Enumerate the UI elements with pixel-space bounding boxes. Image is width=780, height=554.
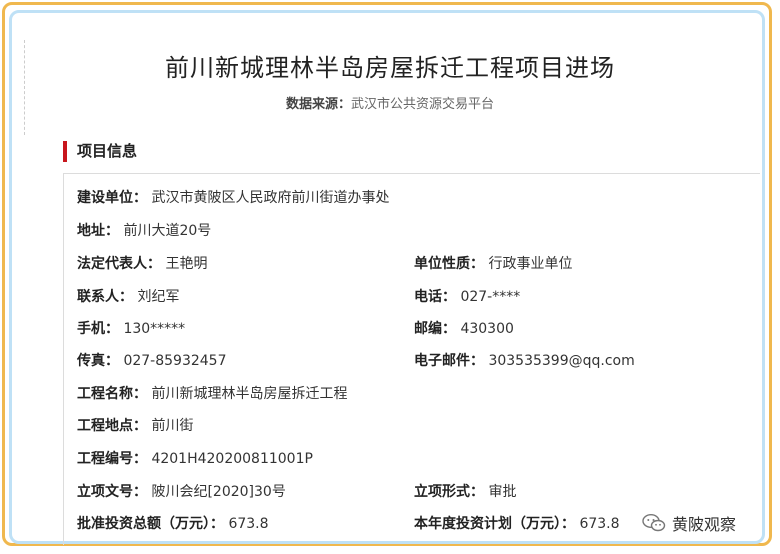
- field-label: 批准投资总额（万元）：: [77, 516, 224, 532]
- field-label: 本年度投资计划（万元）：: [414, 516, 575, 532]
- field-value: 陂川会纪[2020]30号: [151, 484, 286, 500]
- field-label: 建设单位：: [77, 190, 147, 206]
- field-project-code: 工程编号： 4201H420200811001P: [77, 448, 313, 468]
- field-label: 立项形式：: [414, 484, 484, 500]
- field-value: 027-****: [460, 289, 521, 305]
- field-annual-plan: 本年度投资计划（万元）： 673.8: [414, 513, 620, 533]
- field-approval-form: 立项形式： 审批: [414, 481, 516, 501]
- field-value: 行政事业单位: [488, 256, 573, 272]
- field-value: 027-85932457: [123, 353, 227, 369]
- field-value: 武汉市黄陂区人民政府前川街道办事处: [151, 190, 390, 206]
- field-value: 4201H420200811001P: [151, 451, 313, 467]
- field-value: 673.8: [579, 516, 620, 532]
- field-label: 工程地点：: [77, 418, 147, 434]
- field-label: 传真：: [77, 353, 119, 369]
- watermark: 黄陂观察: [642, 511, 736, 535]
- field-label: 电子邮件：: [414, 353, 484, 369]
- field-fax: 传真： 027-85932457: [77, 350, 226, 370]
- field-label: 手机：: [77, 321, 119, 337]
- field-value: 673.8: [228, 516, 269, 532]
- field-value: 前川大道20号: [123, 223, 212, 239]
- field-legal-rep: 法定代表人： 王艳明: [77, 253, 207, 273]
- field-project-name: 工程名称： 前川新城理林半岛房屋拆迁工程: [77, 383, 347, 403]
- field-label: 工程编号：: [77, 451, 147, 467]
- field-approval-doc: 立项文号： 陂川会纪[2020]30号: [77, 481, 286, 501]
- field-value: 前川新城理林半岛房屋拆迁工程: [151, 386, 348, 402]
- field-project-location: 工程地点： 前川街: [77, 415, 193, 435]
- data-source-label: 数据来源：: [285, 97, 351, 112]
- field-label: 单位性质：: [414, 256, 484, 272]
- field-phone: 电话： 027-****: [414, 286, 520, 306]
- field-value: 130*****: [123, 321, 186, 337]
- field-address: 地址： 前川大道20号: [77, 220, 211, 240]
- watermark-text: 黄陂观察: [672, 515, 737, 534]
- field-label: 地址：: [77, 223, 119, 239]
- field-mobile: 手机： 130*****: [77, 318, 185, 338]
- field-label: 立项文号：: [77, 484, 147, 500]
- field-approved-total: 批准投资总额（万元）： 673.8: [77, 513, 269, 533]
- field-value: 430300: [460, 321, 514, 337]
- field-value: 303535399@qq.com: [488, 353, 635, 369]
- field-postcode: 邮编： 430300: [414, 318, 514, 338]
- data-source: 数据来源：武汉市公共资源交易平台: [0, 93, 780, 112]
- field-email: 电子邮件： 303535399@qq.com: [414, 350, 635, 370]
- wechat-icon: [642, 514, 666, 532]
- field-label: 电话：: [414, 289, 456, 305]
- field-value: 审批: [488, 484, 517, 500]
- field-value: 前川街: [151, 418, 194, 434]
- field-unit-type: 单位性质： 行政事业单位: [414, 253, 572, 273]
- field-value: 刘纪军: [137, 289, 180, 305]
- field-label: 法定代表人：: [77, 256, 161, 272]
- field-builder: 建设单位： 武汉市黄陂区人民政府前川街道办事处: [77, 187, 389, 207]
- field-label: 工程名称：: [77, 386, 147, 402]
- section-header: 项目信息: [63, 141, 137, 162]
- data-source-value: 武汉市公共资源交易平台: [351, 97, 495, 112]
- field-contact: 联系人： 刘纪军: [77, 286, 179, 306]
- page-title: 前川新城理林半岛房屋拆迁工程项目进场: [165, 54, 615, 82]
- field-label: 邮编：: [414, 321, 456, 337]
- field-value: 王艳明: [165, 256, 208, 272]
- field-label: 联系人：: [77, 289, 133, 305]
